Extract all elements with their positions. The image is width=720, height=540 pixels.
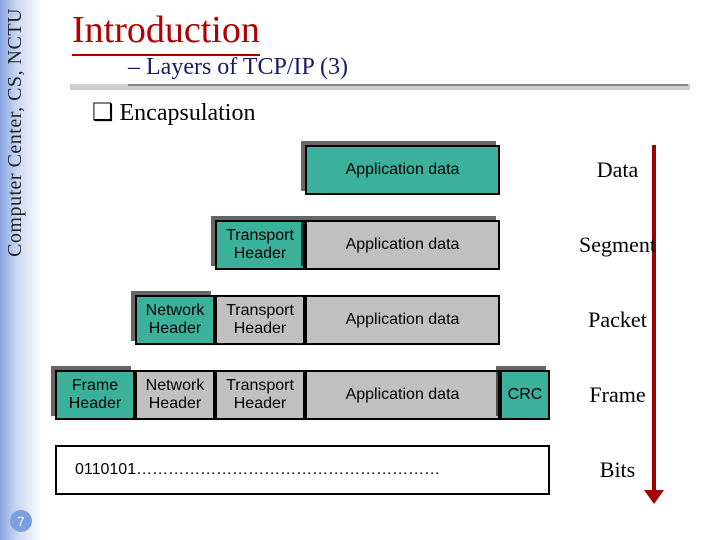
block-network-hdr-3: Network Header [135,295,215,345]
slide-subtitle: – Layers of TCP/IP (3) [128,54,688,86]
encapsulation-diagram: Application data Data Transport Header A… [0,140,720,520]
bullet-encapsulation: Encapsulation [92,98,255,127]
block-transport-hdr-3: Transport Header [215,295,305,345]
label-frame: Frame [560,370,675,420]
subtitle-shadow [70,84,690,90]
slide: Computer Center, CS, NCTU Introduction –… [0,0,720,540]
block-bits: 0110101………………………………………………… [55,445,550,495]
block-app-data-2: Application data [305,220,500,270]
block-network-hdr-4: Network Header [135,370,215,420]
block-transport-hdr-2: Transport Header [215,220,305,270]
label-data: Data [560,145,675,195]
block-crc-4: CRC [500,370,550,420]
block-transport-hdr-4: Transport Header [215,370,305,420]
block-app-data-3: Application data [305,295,500,345]
label-segment: Segment [560,220,675,270]
slide-title: Introduction [72,8,260,56]
block-app-data-1: Application data [305,145,500,195]
block-app-data-4: Application data [305,370,500,420]
label-packet: Packet [560,295,675,345]
block-frame-hdr-4: Frame Header [55,370,135,420]
page-number: 7 [10,510,32,532]
label-bits: Bits [560,445,675,495]
